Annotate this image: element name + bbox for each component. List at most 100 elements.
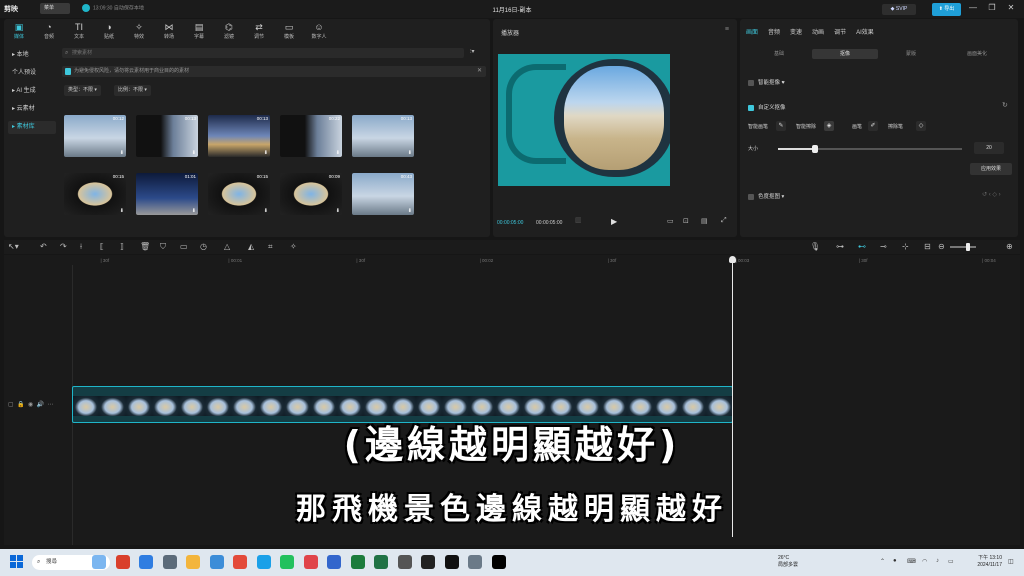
play-icon[interactable]: ▶	[611, 217, 617, 226]
tab-4[interactable]: ✧ 特效	[124, 19, 154, 45]
download-icon[interactable]: ⬇	[120, 150, 124, 156]
smart-eraser-icon[interactable]: ◈	[824, 121, 834, 131]
custom-cutout-row[interactable]: 自定义抠像	[748, 103, 786, 111]
custom-cutout-checkbox[interactable]	[748, 104, 754, 111]
playhead-handle[interactable]	[729, 256, 736, 263]
tab-3[interactable]: ◑ 贴纸	[94, 19, 124, 45]
fit-timeline-icon[interactable]: ⊕	[1006, 242, 1013, 251]
export-button[interactable]: ⬆ 导出	[932, 3, 961, 16]
audio-icon[interactable]: 🔊	[36, 402, 43, 408]
tray-chevron-icon[interactable]: ⌃	[880, 558, 885, 565]
mirror-icon[interactable]: △	[224, 242, 230, 251]
wifi-icon[interactable]: ◠	[922, 558, 927, 565]
smart-icon[interactable]: ✧	[290, 242, 297, 251]
waveform-icon[interactable]: ▥	[575, 216, 582, 224]
apply-effect-button[interactable]: 应用效果	[970, 163, 1012, 175]
download-icon[interactable]: ⬇	[192, 208, 196, 214]
undo-icon[interactable]: ↶	[40, 242, 47, 251]
menu-icon[interactable]: ≡	[725, 26, 729, 33]
media-thumbnail[interactable]: 00:15 ⬇	[64, 173, 126, 215]
sidebar-item-3[interactable]: ▸ 云素材	[8, 103, 56, 116]
taskbar-app-icon[interactable]	[350, 555, 365, 569]
split-icon[interactable]: ⟊	[80, 242, 82, 252]
time-ruler[interactable]: | 30f | 00:01 | 30f | 00:02 | 30f | 00:03 | 30…	[72, 255, 1020, 265]
tab-0[interactable]: ▣ 媒体	[4, 19, 34, 45]
delete-icon[interactable]: 🗑	[140, 242, 150, 251]
tab-10[interactable]: ☺ 数字人	[304, 19, 334, 45]
size-slider-handle[interactable]	[811, 145, 818, 153]
cover-icon[interactable]: ▢	[8, 402, 14, 408]
crop-icon[interactable]: ⌗	[268, 242, 273, 252]
taskbar-app-icon[interactable]	[303, 555, 318, 569]
keyboard-icon[interactable]: ⌨	[907, 558, 916, 565]
sidebar-item-1[interactable]: 个人预设	[8, 67, 56, 80]
sub-tab-0[interactable]: 基础	[746, 49, 812, 59]
prop-tab-4[interactable]: 调节	[834, 27, 846, 36]
download-icon[interactable]: ⬇	[408, 208, 412, 214]
media-thumbnail[interactable]: 00:13 ⬇	[208, 115, 270, 157]
reverse-icon[interactable]: ◷	[200, 242, 207, 251]
tab-1[interactable]: ◔ 音频	[34, 19, 64, 45]
more-icon[interactable]: ⋯	[47, 402, 53, 408]
tab-9[interactable]: ▭ 模板	[274, 19, 304, 45]
prop-tab-1[interactable]: 音频	[768, 27, 780, 36]
rotate-icon[interactable]: ◭	[248, 242, 254, 251]
lock-icon[interactable]: 🔒	[17, 402, 24, 408]
taskbar-app-icon[interactable]	[468, 555, 482, 569]
taskbar-app-icon[interactable]	[115, 555, 130, 569]
taskbar-app-icon[interactable]	[233, 555, 247, 569]
chroma-key-checkbox[interactable]	[748, 193, 754, 200]
visibility-icon[interactable]: ◉	[28, 402, 33, 408]
split-left-icon[interactable]: ⟦	[100, 242, 104, 251]
volume-icon[interactable]: ♪	[936, 558, 939, 564]
taskbar-app-icon[interactable]	[186, 555, 200, 569]
type-filter-dropdown[interactable]: 类型：不限 ▾	[64, 85, 101, 96]
linkage-icon[interactable]: ⊸	[880, 242, 887, 251]
preview-quality-icon[interactable]: ▭	[667, 217, 674, 225]
media-thumbnail[interactable]: 00:13 ⬇	[136, 115, 198, 157]
media-thumbnail[interactable]: 01:01 ⬇	[136, 173, 198, 215]
svip-button[interactable]: ◆ SVIP	[882, 4, 916, 15]
smart-cutout-checkbox[interactable]	[748, 79, 754, 86]
media-thumbnail[interactable]: 00:43 ⬇	[352, 173, 414, 215]
media-thumbnail[interactable]: 00:12 ⬇	[64, 115, 126, 157]
prop-tab-2[interactable]: 变速	[790, 27, 802, 36]
tab-2[interactable]: TI 文本	[64, 19, 94, 45]
taskbar-app-icon[interactable]	[139, 555, 153, 569]
mic-icon[interactable]: ●	[893, 558, 897, 564]
crop-icon[interactable]: ⊡	[683, 217, 689, 225]
taskbar-app-icon[interactable]	[162, 555, 177, 569]
ratio-filter-dropdown[interactable]: 比例：不限 ▾	[114, 85, 151, 96]
weather-widget[interactable]: 26°C 局部多雲	[778, 555, 798, 569]
select-tool-icon[interactable]: ↖▾	[8, 242, 19, 251]
download-icon[interactable]: ⬇	[264, 208, 268, 214]
freeze-icon[interactable]: ▭	[180, 242, 188, 251]
download-icon[interactable]: ⬇	[336, 150, 340, 156]
taskbar-app-icon[interactable]	[280, 555, 294, 569]
chroma-key-row[interactable]: 色度抠图 ▾	[748, 192, 784, 200]
size-value-input[interactable]: 20	[974, 142, 1004, 154]
size-slider[interactable]	[778, 145, 962, 153]
maximize-icon[interactable]: ❐	[986, 3, 998, 12]
taskbar-app-icon[interactable]	[444, 555, 459, 569]
smart-cutout-row[interactable]: 智能抠像 ♥	[748, 78, 785, 86]
sub-tab-3[interactable]: 画面美化	[944, 49, 1010, 59]
prop-tab-5[interactable]: AI效果	[856, 27, 874, 36]
microphone-icon[interactable]: 🎙	[810, 242, 820, 251]
eraser-icon[interactable]: ◇	[916, 121, 926, 131]
taskbar-app-icon[interactable]	[421, 555, 435, 569]
media-thumbnail[interactable]: 00:09 ⬇	[280, 173, 342, 215]
preview-axis-icon[interactable]: ⊹	[902, 242, 909, 251]
media-thumbnail[interactable]: 00:15 ⬇	[208, 173, 270, 215]
close-icon[interactable]: ✕	[1005, 3, 1017, 12]
sub-tab-1[interactable]: 抠像	[812, 49, 878, 59]
prop-tab-3[interactable]: 动画	[812, 27, 824, 36]
prop-tab-0[interactable]: 画面	[746, 27, 758, 36]
smart-brush-icon[interactable]: ✎	[776, 121, 786, 131]
download-icon[interactable]: ⬇	[192, 150, 196, 156]
download-icon[interactable]: ⬇	[264, 150, 268, 156]
tab-8[interactable]: ⇄ 调节	[244, 19, 274, 45]
battery-icon[interactable]: ▭	[948, 558, 954, 565]
taskbar-app-icon[interactable]	[374, 555, 388, 569]
media-thumbnail[interactable]: 00:13 ⬇	[352, 115, 414, 157]
